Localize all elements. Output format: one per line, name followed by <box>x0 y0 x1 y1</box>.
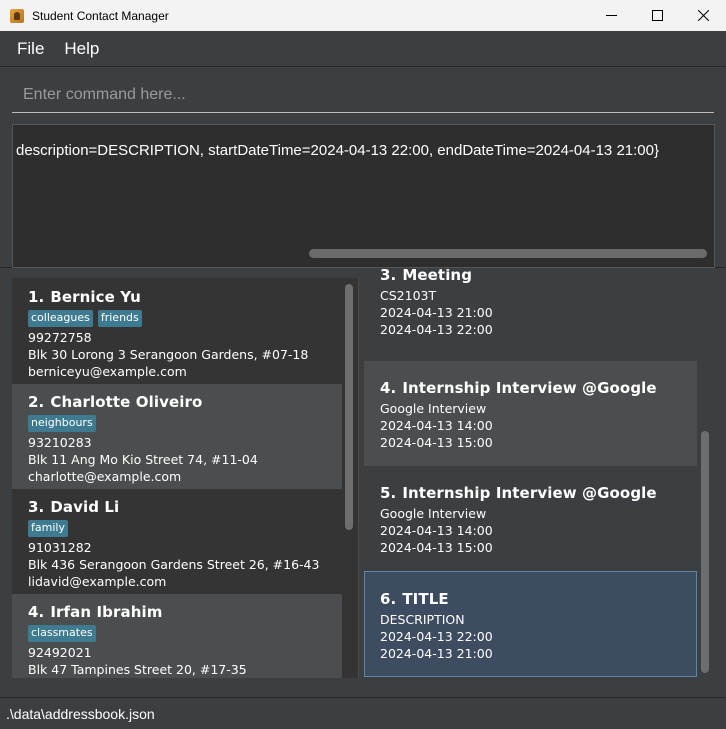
tag-list: family <box>28 520 342 537</box>
result-text: description=DESCRIPTION, startDateTime=2… <box>16 142 659 159</box>
person-phone: 93210283 <box>28 435 92 450</box>
list-panels: 1. Bernice Yu colleagues friends 99272758… <box>0 269 726 697</box>
event-title: 3. Meeting <box>380 269 473 284</box>
event-description: Google Interview <box>380 401 487 416</box>
event-card[interactable]: 4. Internship Interview @Google Google In… <box>364 361 697 466</box>
event-end: 2024-04-13 15:00 <box>380 435 493 450</box>
event-list[interactable]: 3. Meeting CS2103T 2024-04-13 21:00 2024-… <box>364 269 716 678</box>
event-end: 2024-04-13 21:00 <box>380 646 493 661</box>
tag: colleagues <box>28 310 93 327</box>
result-display-area: description=DESCRIPTION, startDateTime=2… <box>0 116 726 268</box>
event-end: 2024-04-13 22:00 <box>380 322 493 337</box>
person-card[interactable]: 4. Irfan Ibrahim classmates 92492021 Blk … <box>12 594 342 678</box>
result-display[interactable]: description=DESCRIPTION, startDateTime=2… <box>12 124 715 268</box>
minimize-button[interactable] <box>588 0 634 31</box>
close-icon <box>697 10 709 21</box>
event-title: 5. Internship Interview @Google <box>380 484 657 502</box>
tag: friends <box>97 310 142 327</box>
event-list-scrollbar[interactable] <box>701 431 709 673</box>
event-description: Google Interview <box>380 506 487 521</box>
event-start: 2024-04-13 14:00 <box>380 523 493 538</box>
person-name: 2. Charlotte Oliveiro <box>28 393 203 411</box>
person-email: lidavid@example.com <box>28 574 167 589</box>
maximize-button[interactable] <box>634 0 680 31</box>
event-start: 2024-04-13 21:00 <box>380 305 493 320</box>
window-controls <box>588 0 726 31</box>
window-title: Student Contact Manager <box>32 8 169 23</box>
menu-help[interactable]: Help <box>56 39 107 59</box>
event-description: DESCRIPTION <box>380 612 465 627</box>
person-card[interactable]: 3. David Li family 91031282 Blk 436 Seran… <box>12 489 342 594</box>
event-description: CS2103T <box>380 288 437 303</box>
event-start: 2024-04-13 22:00 <box>380 629 493 644</box>
person-name: 4. Irfan Ibrahim <box>28 603 163 621</box>
person-card[interactable]: 1. Bernice Yu colleagues friends 99272758… <box>12 278 342 384</box>
event-end: 2024-04-13 15:00 <box>380 540 493 555</box>
event-title: 4. Internship Interview @Google <box>380 379 657 397</box>
tag-list: colleagues friends <box>28 310 342 327</box>
person-list[interactable]: 1. Bernice Yu colleagues friends 99272758… <box>12 278 358 678</box>
maximize-icon <box>651 10 663 21</box>
close-button[interactable] <box>680 0 726 31</box>
status-bar: .\data\addressbook.json <box>0 697 726 729</box>
person-address: Blk 436 Serangoon Gardens Street 26, #16… <box>28 557 320 572</box>
person-phone: 92492021 <box>28 645 92 660</box>
tag: classmates <box>28 625 96 642</box>
command-box <box>0 67 726 116</box>
result-horizontal-scrollbar[interactable] <box>309 249 707 258</box>
person-email: charlotte@example.com <box>28 469 182 484</box>
person-name: 3. David Li <box>28 498 120 516</box>
person-address: Blk 30 Lorong 3 Serangoon Gardens, #07-1… <box>28 347 309 362</box>
person-phone: 91031282 <box>28 540 92 555</box>
tag-list: classmates <box>28 625 342 642</box>
person-address: Blk 47 Tampines Street 20, #17-35 <box>28 662 247 677</box>
title-bar: Student Contact Manager <box>0 0 726 31</box>
tag: family <box>28 520 68 537</box>
panel-divider <box>358 278 359 678</box>
event-card[interactable]: 5. Internship Interview @Google Google In… <box>364 466 697 571</box>
tag: neighbours <box>28 415 96 432</box>
event-start: 2024-04-13 14:00 <box>380 418 493 433</box>
person-list-scrollbar[interactable] <box>345 284 353 530</box>
person-name: 1. Bernice Yu <box>28 288 141 306</box>
event-title: 6. TITLE <box>380 590 449 608</box>
app-icon <box>10 8 24 23</box>
tag-list: neighbours <box>28 415 342 432</box>
command-input[interactable] <box>12 77 714 113</box>
event-card-selected[interactable]: 6. TITLE DESCRIPTION 2024-04-13 22:00 202… <box>364 571 697 677</box>
person-address: Blk 11 Ang Mo Kio Street 74, #11-04 <box>28 452 258 467</box>
save-location: .\data\addressbook.json <box>6 706 155 722</box>
menu-bar: File Help <box>0 31 726 67</box>
person-email: berniceyu@example.com <box>28 364 187 379</box>
person-phone: 99272758 <box>28 330 92 345</box>
event-card[interactable]: 3. Meeting CS2103T 2024-04-13 21:00 2024-… <box>364 269 697 361</box>
minimize-icon <box>605 15 617 16</box>
menu-file[interactable]: File <box>9 39 52 59</box>
person-card[interactable]: 2. Charlotte Oliveiro neighbours 93210283… <box>12 384 342 489</box>
